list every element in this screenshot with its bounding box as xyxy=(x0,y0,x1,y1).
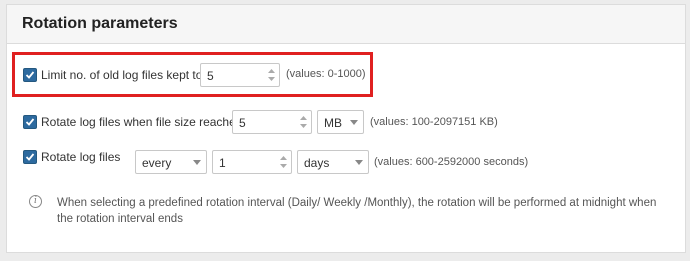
size-unit-value: MB xyxy=(324,116,342,130)
chevron-down-icon xyxy=(350,120,358,125)
size-unit-select[interactable]: MB xyxy=(317,110,364,134)
interval-rotation-hint: (values: 600-2592000 seconds) xyxy=(374,156,529,168)
size-rotation-label: Rotate log files when file size reaches xyxy=(41,115,242,129)
interval-mode-value: every xyxy=(142,156,172,170)
panel-title: Rotation parameters xyxy=(22,15,178,32)
size-rotation-checkbox[interactable] xyxy=(23,115,37,129)
interval-rotation-checkbox[interactable] xyxy=(23,150,37,164)
interval-rotation-label: Rotate log files xyxy=(41,150,121,164)
chevron-down-icon xyxy=(355,160,363,165)
checkmark-icon xyxy=(25,118,35,126)
info-note: When selecting a predefined rotation int… xyxy=(57,197,657,225)
spinner-arrows-icon[interactable] xyxy=(299,114,308,130)
size-rotation-hint: (values: 100-2097151 KB) xyxy=(370,116,498,128)
interval-mode-select[interactable]: every xyxy=(135,150,207,174)
interval-unit-select[interactable]: days xyxy=(297,150,369,174)
interval-value-spinner[interactable]: 1 xyxy=(212,150,292,174)
info-icon: i xyxy=(29,195,42,208)
interval-unit-value: days xyxy=(304,156,330,170)
chevron-down-icon xyxy=(193,160,201,165)
checkmark-icon xyxy=(25,153,35,161)
spinner-arrows-icon[interactable] xyxy=(279,154,288,170)
size-rotation-spinner[interactable]: 5 xyxy=(232,110,312,134)
size-rotation-value: 5 xyxy=(239,116,246,130)
highlight-box xyxy=(12,52,373,97)
panel-header: Rotation parameters xyxy=(7,5,685,44)
interval-value: 1 xyxy=(219,156,226,170)
